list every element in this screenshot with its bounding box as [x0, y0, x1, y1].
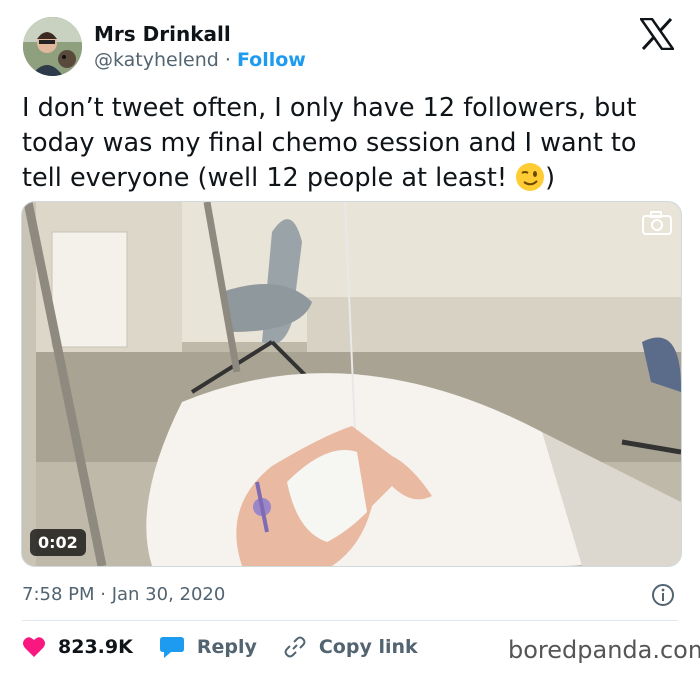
watermark: boredpanda.com: [508, 636, 700, 664]
camera-icon: [642, 211, 672, 235]
tweet-text: I don’t tweet often, I only have 12 foll…: [22, 91, 682, 196]
reply-button[interactable]: Reply: [159, 635, 257, 659]
separator: ·: [224, 49, 231, 71]
copy-link-label: Copy link: [318, 636, 418, 658]
video-frame: [22, 202, 681, 566]
video-player[interactable]: 0:02: [21, 201, 682, 567]
video-duration: 0:02: [30, 529, 86, 556]
author-handle[interactable]: @katyhelend: [94, 49, 219, 71]
copy-link-button[interactable]: Copy link: [283, 635, 418, 659]
x-logo-icon[interactable]: [640, 18, 674, 50]
follow-button[interactable]: Follow: [237, 49, 306, 71]
link-icon: [284, 636, 306, 658]
like-button[interactable]: 823.9K: [22, 636, 133, 658]
winking-face-icon: [516, 163, 545, 191]
like-count: 823.9K: [58, 636, 133, 658]
tweet-body-end: ): [545, 163, 556, 193]
action-bar: 823.9K Reply Copy link: [22, 634, 444, 660]
author-handle-row: @katyhelend · Follow: [94, 49, 306, 71]
divider: [22, 620, 678, 621]
info-icon[interactable]: [651, 583, 675, 607]
reply-label: Reply: [196, 636, 257, 658]
avatar[interactable]: [23, 17, 82, 76]
heart-icon: [23, 637, 45, 657]
author-name[interactable]: Mrs Drinkall: [94, 22, 231, 46]
tweet-timestamp[interactable]: 7:58 PM · Jan 30, 2020: [22, 584, 225, 605]
reply-bubble-icon: [159, 637, 184, 658]
